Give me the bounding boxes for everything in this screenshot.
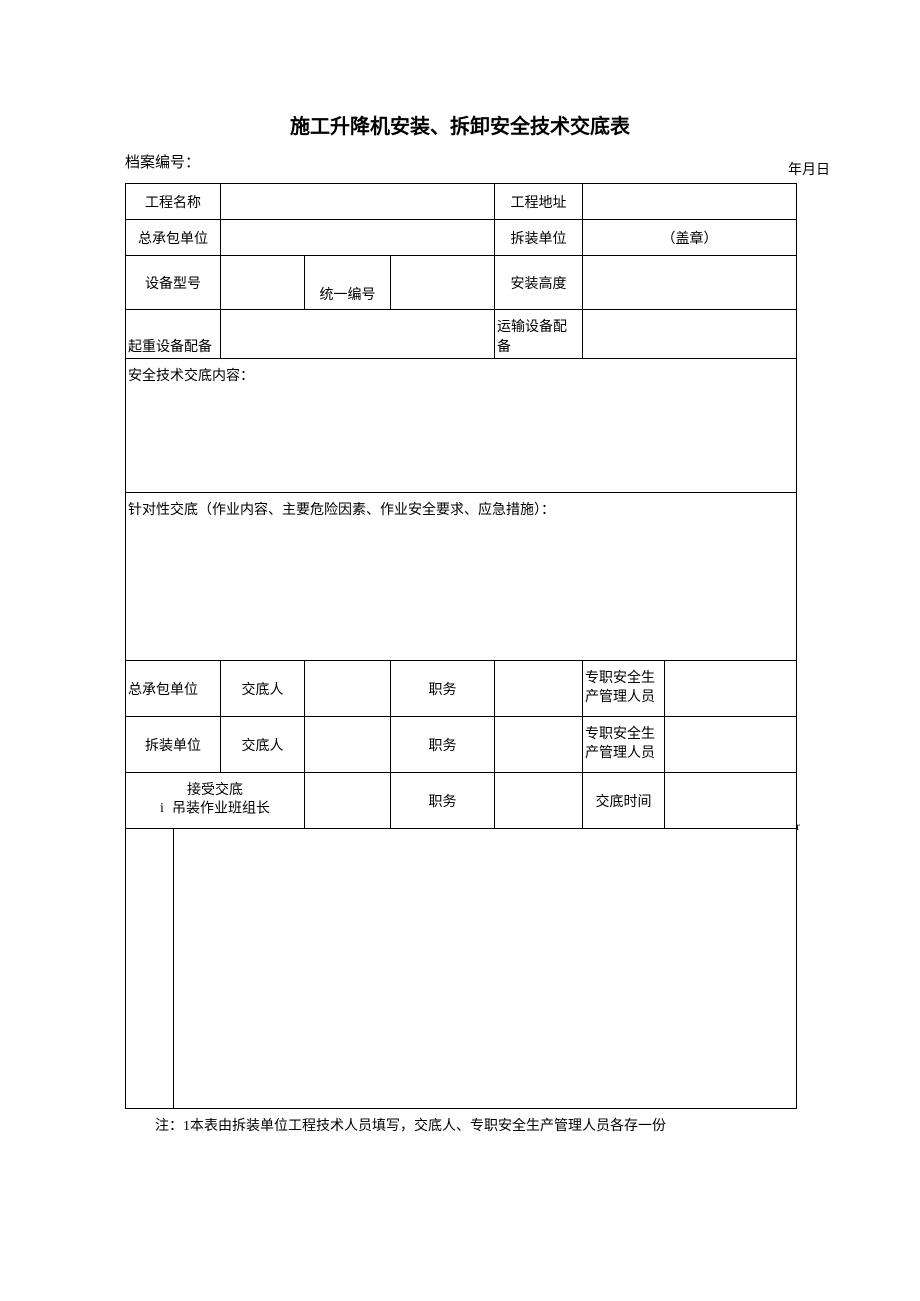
value-safety-mgr-1 [665,661,797,717]
label-unified-no: 统一编号 [305,256,391,310]
row-sig-gc: 总承包单位 交底人 职务 专职安全生产管理人员 [126,661,797,717]
label-disclose-person-2: 交底人 [221,717,305,773]
value-position-3 [495,773,583,829]
label-position-3: 职务 [391,773,495,829]
label-dm-unit: 拆装单位 [126,717,221,773]
label-transport-equip: 运输设备配备 [495,310,583,359]
row-block1: 安全技术交底内容： [126,359,797,493]
value-position-1 [495,661,583,717]
value-safety-mgr-2 [665,717,797,773]
label-general-contractor: 总承包单位 [126,220,221,256]
label-position-2: 职务 [391,717,495,773]
value-receive-crew [305,773,391,829]
block-safety-content: 安全技术交底内容： [126,359,797,493]
archive-row: 档案编号： 年月日 [125,151,795,179]
value-transport-equip [583,310,797,359]
label-disclose-time: 交底时间 [583,773,665,829]
label-position-1: 职务 [391,661,495,717]
label-gc-unit: 总承包单位 [126,661,221,717]
blank-col-2 [174,829,797,1109]
receive-line1: 接受交底 [130,782,300,800]
row-project: 工程名称 工程地址 [126,184,797,220]
label-project-addr: 工程地址 [495,184,583,220]
receive-i: i [160,800,172,818]
value-disclose-person-2 [305,717,391,773]
value-unified-no [391,256,495,310]
row-sig-receive: 接受交底 i吊装作业班组长 职务 交底时间 r [126,773,797,829]
footnote: 注：1本表由拆装单位工程技术人员填写，交底人、专职安全生产管理人员各存一份 [125,1115,795,1135]
value-seal: （盖章） [583,220,797,256]
receive-line2: 吊装作业班组长 [172,802,270,817]
label-device-model: 设备型号 [126,256,221,310]
row-block2: 针对性交底（作业内容、主要危险因素、作业安全要求、应急措施）： [126,493,797,661]
page-title: 施工升降机安装、拆卸安全技术交底表 [125,110,795,139]
date-label: 年月日 [788,159,830,179]
row-device: 设备型号 统一编号 安装高度 [126,256,797,310]
value-project-addr [583,184,797,220]
row-sig-dm: 拆装单位 交底人 职务 专职安全生产管理人员 [126,717,797,773]
label-lifting-equip: 起重设备配备 [126,310,221,359]
value-disclose-person-1 [305,661,391,717]
value-install-height [583,256,797,310]
blank-col-1 [126,829,174,1109]
value-disclose-time: r [665,773,797,829]
label-receive-crew: 接受交底 i吊装作业班组长 [126,773,305,829]
label-project-name: 工程名称 [126,184,221,220]
label-dismantle-unit: 拆装单位 [495,220,583,256]
row-equip: 起重设备配备 运输设备配备 [126,310,797,359]
form-table: 工程名称 工程地址 总承包单位 拆装单位 （盖章） 设备型号 统一编号 安装高度… [125,183,797,1109]
label-disclose-person-1: 交底人 [221,661,305,717]
block-targeted-disclosure: 针对性交底（作业内容、主要危险因素、作业安全要求、应急措施）： [126,493,797,661]
value-position-2 [495,717,583,773]
archive-label: 档案编号： [125,151,200,172]
row-contractor: 总承包单位 拆装单位 （盖章） [126,220,797,256]
value-project-name [221,184,495,220]
label-install-height: 安装高度 [495,256,583,310]
value-lifting-equip [221,310,495,359]
stray-r: r [796,819,800,834]
row-tall-blank [126,829,797,1109]
value-general-contractor [221,220,495,256]
label-safety-mgr-2: 专职安全生产管理人员 [583,717,665,773]
value-device-model [221,256,305,310]
label-safety-mgr-1: 专职安全生产管理人员 [583,661,665,717]
